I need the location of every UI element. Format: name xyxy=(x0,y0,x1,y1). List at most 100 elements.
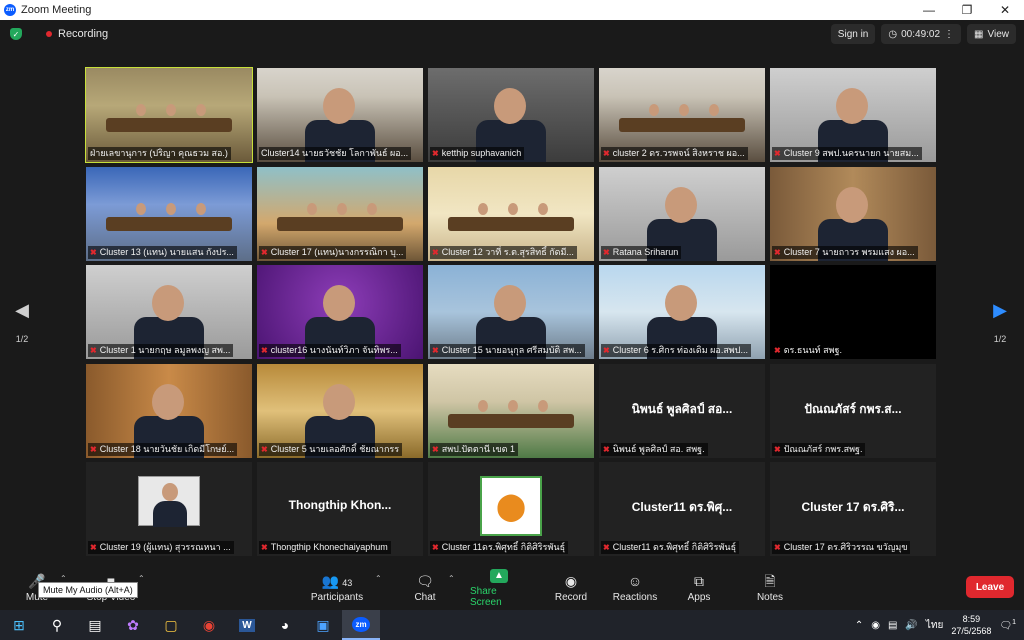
tray-chevron-icon[interactable]: ⌃ xyxy=(855,620,863,631)
participant-head xyxy=(478,203,488,215)
taskbar-clock[interactable]: 8:59 27/5/2568 xyxy=(951,613,991,637)
share-screen-label: Share Screen xyxy=(470,585,502,608)
chrome-icon[interactable]: ◉ xyxy=(190,610,228,640)
participant-tile[interactable]: ✖ cluster 2 ดร.วรพจน์ สิงหราช ผอ... xyxy=(599,68,765,162)
input-language[interactable]: ไทย xyxy=(926,618,943,633)
participant-tile[interactable]: ✖ Cluster 6 ร.ศิกร ท่องเดิม ผอ.สพป... xyxy=(599,265,765,359)
participant-tile[interactable]: ✖ Cluster 18 นายวันชัย เกิดมีโกษย์... xyxy=(86,364,252,458)
participant-tile[interactable]: ⬤ ✖ Cluster 11ดร.พิศุทธิ์ กิติศิริรพันธุ์ xyxy=(428,462,594,556)
close-icon[interactable]: ✕ xyxy=(986,0,1024,20)
participant-name: ketthip suphavanich xyxy=(441,148,522,158)
recording-status[interactable]: Recording xyxy=(58,28,108,40)
muted-mic-icon: ✖ xyxy=(774,248,781,257)
participant-tile[interactable]: Cluster 17 ดร.ศิริ... ✖ Cluster 17 ดร.ศิริ… xyxy=(770,462,936,556)
whiteboard-icon[interactable]: ▣ xyxy=(304,610,342,640)
participant-tile[interactable]: ✖ Cluster 9 สพป.นครนายก นายสม... xyxy=(770,68,936,162)
participant-tile[interactable]: ✖ Cluster 12 วาที่ ร.ต.สุรสิทธิ์ กัดมี... xyxy=(428,167,594,261)
copilot-icon[interactable]: ✿ xyxy=(114,610,152,640)
tray-app-icon[interactable]: ◉ xyxy=(871,620,880,631)
participant-tile[interactable]: ✖ ketthip suphavanich xyxy=(428,68,594,162)
participant-nameplate: ✖ Cluster 6 ร.ศิกร ท่องเดิม ผอ.สพป... xyxy=(601,344,751,357)
meeting-table xyxy=(106,217,232,231)
participant-nameplate: ✖ Cluster 7 นายถาวร พรมแสง ผอ... xyxy=(772,246,918,259)
notifications-icon[interactable]: 🗨1 xyxy=(999,619,1016,631)
participant-tile[interactable]: ✖ ดร.ธนนท์ สพฐ. xyxy=(770,265,936,359)
zoom-logo-icon: zm xyxy=(4,4,16,16)
restore-icon[interactable]: ❐ xyxy=(948,0,986,20)
muted-mic-icon: ✖ xyxy=(432,445,439,454)
participant-tile[interactable]: ✖ Cluster 7 นายถาวร พรมแสง ผอ... xyxy=(770,167,936,261)
participant-tile[interactable]: Thongthip Khon... ✖ Thongthip Khonechaiyap… xyxy=(257,462,423,556)
participant-tile[interactable]: ✖ Cluster 5 นายเลอศักดิ์ ชัยณากรร xyxy=(257,364,423,458)
participant-tile[interactable]: ✖ Cluster 1 นายกฤษ ลมูลพงญ สพ... xyxy=(86,265,252,359)
participant-name: Cluster 13 (แทน) นายแสน กังปร... xyxy=(99,247,234,257)
task-view-icon[interactable]: ▤ xyxy=(76,610,114,640)
participant-tile[interactable]: Cluster11 ดร.พิศุ... ✖ Cluster11 ดร.พิศุทธ… xyxy=(599,462,765,556)
muted-mic-icon: ✖ xyxy=(90,248,97,257)
participant-tile[interactable]: ✖ Cluster 19 (ผู้แทน) สุวรรณหนา ... xyxy=(86,462,252,556)
volume-icon[interactable]: 🔊 xyxy=(905,620,917,631)
notes-label: Notes xyxy=(756,592,784,603)
participant-nameplate: ✖ Cluster 12 วาที่ ร.ต.สุรสิทธิ์ กัดมี... xyxy=(430,246,577,259)
chat-button[interactable]: 🗨 Chat xyxy=(396,568,454,608)
participant-head xyxy=(307,203,317,215)
participant-name: Cluster 1 นายกฤษ ลมูลพงญ สพ... xyxy=(99,345,231,355)
reactions-button[interactable]: ☺ Reactions xyxy=(606,568,664,608)
page-indicator-right: 1/2 xyxy=(993,334,1007,344)
share-screen-button[interactable]: ▲ Share Screen xyxy=(470,568,528,608)
notes-button[interactable]: 🗎 Notes xyxy=(741,568,799,608)
prev-page-button[interactable]: ◀ 1/2 xyxy=(12,300,32,344)
search-icon[interactable]: ⚲ xyxy=(38,610,76,640)
participant-name: Cluster 15 นายอนุกุล ศรีสมบัติ สพ... xyxy=(441,345,582,355)
participants-button[interactable]: 👥 43 Participants xyxy=(308,568,366,608)
record-icon: ◉ xyxy=(564,573,578,589)
network-icon[interactable]: ▤ xyxy=(888,620,897,631)
meeting-toolbar: 🎤 Mute ⌃ ■ Stop Video ⌃ 👥43 Participants… xyxy=(0,566,1024,610)
participant-display-name: นิพนธ์ พูลศิลป์ สอ... xyxy=(631,402,733,416)
view-label: View xyxy=(987,28,1010,40)
apps-button[interactable]: ⧉ Apps xyxy=(670,568,728,608)
muted-mic-icon: ✖ xyxy=(90,543,97,552)
participant-head xyxy=(709,104,719,116)
reactions-label: Reactions xyxy=(612,592,658,603)
meeting-timer[interactable]: ◷ 00:49:02 ⋮ xyxy=(881,24,962,44)
participants-caret-icon[interactable]: ⌃ xyxy=(375,574,382,583)
participants-count: 43 xyxy=(342,578,353,588)
participant-name: ปัณณภัสร์ กพร.สพฐ. xyxy=(783,444,863,454)
word-icon[interactable]: W xyxy=(228,610,266,640)
participant-tile[interactable]: ✖ Ratana Sriharun xyxy=(599,167,765,261)
muted-mic-icon: ✖ xyxy=(261,346,268,355)
sign-in-button[interactable]: Sign in xyxy=(830,24,876,44)
minimize-icon[interactable]: — xyxy=(910,0,948,20)
next-page-button[interactable]: ▶ 1/2 xyxy=(990,300,1010,344)
participant-tile[interactable]: Cluster14 นายธวัชชัย โลกาพันธ์ ผอ... xyxy=(257,68,423,162)
muted-mic-icon: ✖ xyxy=(432,149,439,158)
view-button[interactable]: ▦ View xyxy=(967,24,1016,44)
participant-tile[interactable]: ✖ สพป.ปัตตานี เขต 1 xyxy=(428,364,594,458)
encryption-shield-icon[interactable]: ✓ xyxy=(10,28,22,40)
zoom-taskbar-icon[interactable]: zm xyxy=(342,610,380,640)
participant-tile[interactable]: ✖ Cluster 13 (แทน) นายแสน กังปร... xyxy=(86,167,252,261)
app-icon[interactable]: ◕ xyxy=(266,610,304,640)
file-explorer-icon[interactable]: ▢ xyxy=(152,610,190,640)
participant-name: Cluster 5 นายเลอศักดิ์ ชัยณากรร xyxy=(270,444,400,454)
participant-nameplate: ✖ Cluster 11ดร.พิศุทธิ์ กิติศิริรพันธุ์ xyxy=(430,541,569,554)
participant-name: ฝ่ายเลขานุการ (ปริญา คุณธวม สอ.) xyxy=(90,148,228,158)
participant-tile[interactable]: ✖ Cluster 15 นายอนุกุล ศรีสมบัติ สพ... xyxy=(428,265,594,359)
participant-tile[interactable]: ✖ Cluster 17 (แทน)นางกรรณิกา บุ... xyxy=(257,167,423,261)
record-button[interactable]: ◉ Record xyxy=(542,568,600,608)
participant-tile[interactable]: ฝ่ายเลขานุการ (ปริญา คุณธวม สอ.) xyxy=(85,67,253,163)
participant-tile[interactable]: ✖ cluster16 นางนันท์วิภา จันทิพร... xyxy=(257,265,423,359)
participant-tile[interactable]: ปัณณภัสร์ กพร.ส... ✖ ปัณณภัสร์ กพร.สพฐ. xyxy=(770,364,936,458)
windows-start-icon[interactable]: ⊞ xyxy=(0,610,38,640)
video-options-caret-icon[interactable]: ⌃ xyxy=(138,574,145,583)
apps-label: Apps xyxy=(687,592,711,603)
participant-name: Cluster14 นายธวัชชัย โลกาพันธ์ ผอ... xyxy=(261,148,409,158)
record-label: Record xyxy=(554,592,588,603)
participant-tile[interactable]: นิพนธ์ พูลศิลป์ สอ... ✖ นิพนธ์ พูลศิลป์ สอ… xyxy=(599,364,765,458)
leave-button[interactable]: Leave xyxy=(966,576,1014,598)
chat-caret-icon[interactable]: ⌃ xyxy=(448,574,455,583)
participant-name: Cluster 17 (แทน)นางกรรณิกา บุ... xyxy=(270,247,404,257)
notification-count: 1 xyxy=(1012,618,1016,626)
muted-mic-icon: ✖ xyxy=(603,346,610,355)
